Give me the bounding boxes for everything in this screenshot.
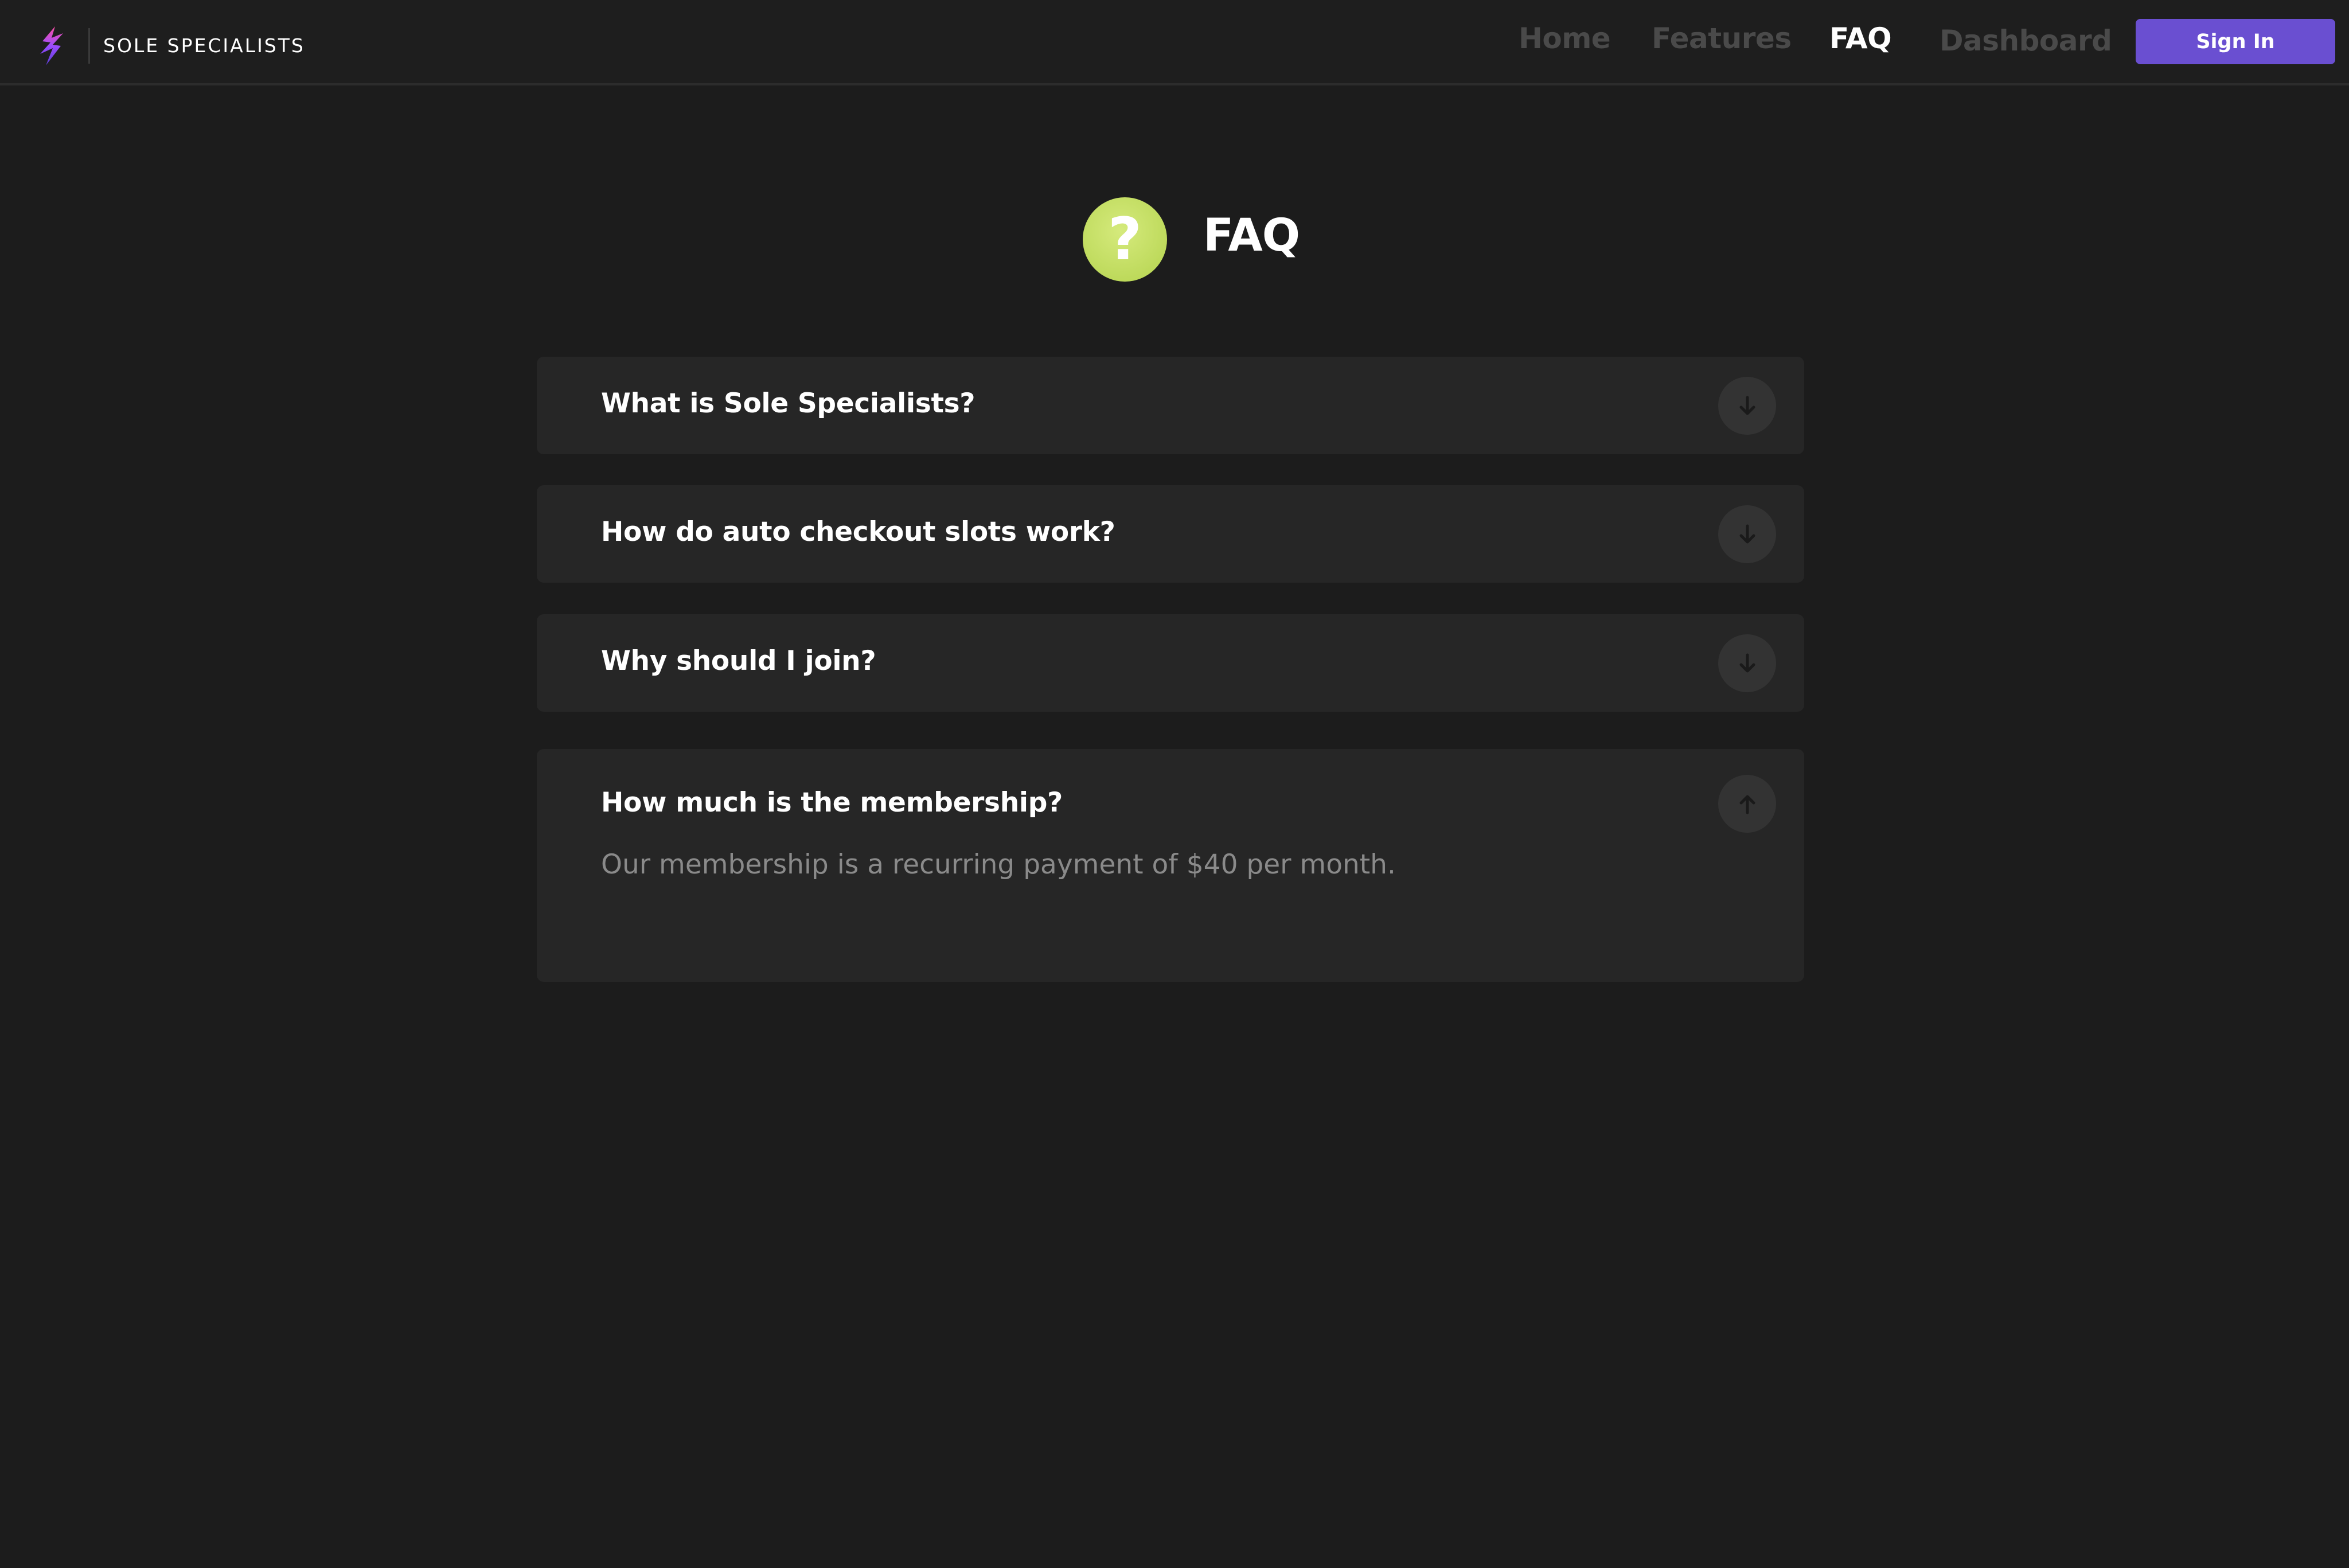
nav-link-dashboard[interactable]: Dashboard [1940,24,2112,57]
faq-item[interactable]: How do auto checkout slots work? [537,485,1804,583]
arrow-up-icon [1739,795,1755,814]
expand-toggle-button[interactable] [1718,505,1776,563]
brand[interactable]: SOLE SPECIALISTS [38,25,303,67]
faq-question: Why should I join? [601,645,876,677]
arrow-down-icon [1739,524,1755,543]
faq-question: How much is the membership? [601,787,1063,818]
arrow-down-icon [1739,653,1755,672]
faq-question: What is Sole Specialists? [601,388,976,419]
faq-header: ? FAQ [1083,197,1300,282]
faq-question: How do auto checkout slots work? [601,516,1115,548]
faq-answer: Our membership is a recurring payment of… [601,849,1396,880]
flame-logo-icon [40,26,63,65]
collapse-toggle-button[interactable] [1718,775,1776,833]
faq-item[interactable]: What is Sole Specialists? [537,357,1804,454]
faq-item[interactable]: Why should I join? [537,614,1804,712]
faq-item-expanded[interactable]: How much is the membership? Our membersh… [537,749,1804,982]
brand-name: SOLE SPECIALISTS [103,34,305,57]
brand-divider [88,28,90,64]
arrow-down-icon [1739,396,1755,415]
expand-toggle-button[interactable] [1718,634,1776,692]
nav-link-faq[interactable]: FAQ [1829,22,1892,55]
sign-in-button[interactable]: Sign In [2136,19,2335,64]
top-navbar: SOLE SPECIALISTS Home Features FAQ Dashb… [0,0,2349,85]
nav-link-features[interactable]: Features [1652,22,1792,55]
page-title: FAQ [1203,210,1300,262]
expand-toggle-button[interactable] [1718,377,1776,435]
question-mark-icon: ? [1083,197,1167,282]
nav-link-home[interactable]: Home [1519,22,1611,55]
